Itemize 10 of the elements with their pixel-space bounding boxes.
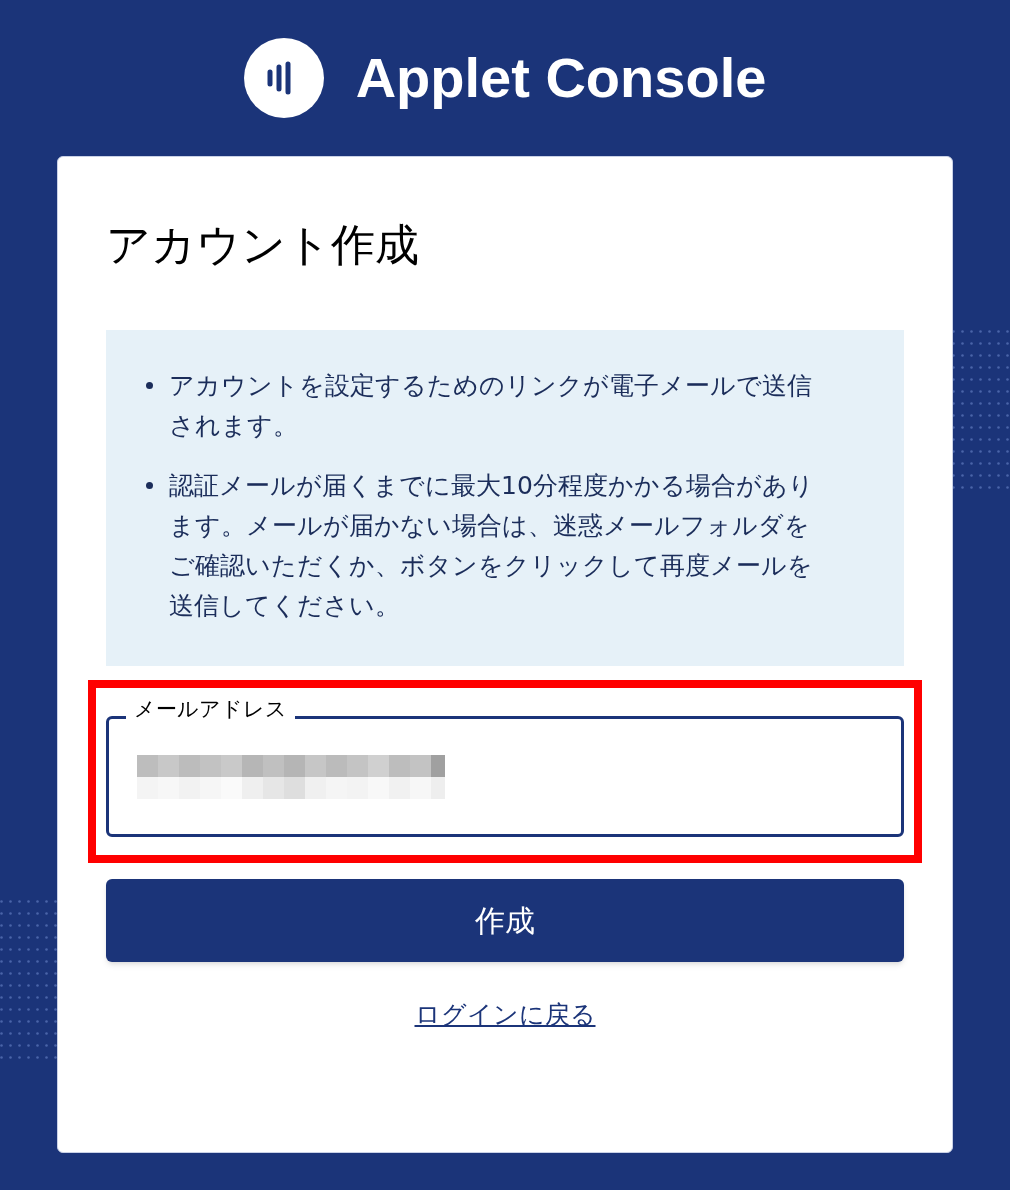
info-text: アカウントを設定するためのリンクが電子メールで送信されます。 [169,370,813,442]
back-link[interactable]: ログインに戻る [414,996,596,1034]
bullet-icon [146,382,153,389]
submit-button[interactable]: 作成 [106,879,904,962]
app-title: Applet Console [355,45,767,111]
field-label: メールアドレス [126,699,295,720]
logo-icon [243,38,324,118]
info-text: 認証メールが届くまでに最大10分程度かかる場合があります。メールが届かない場合は、迷惑メールフォルダをご確認いただくか、ボタンをクリックして再度メールを送信してください。 [169,470,815,622]
page-title: アカウント作成 [106,218,420,272]
bullet-icon [146,482,153,489]
